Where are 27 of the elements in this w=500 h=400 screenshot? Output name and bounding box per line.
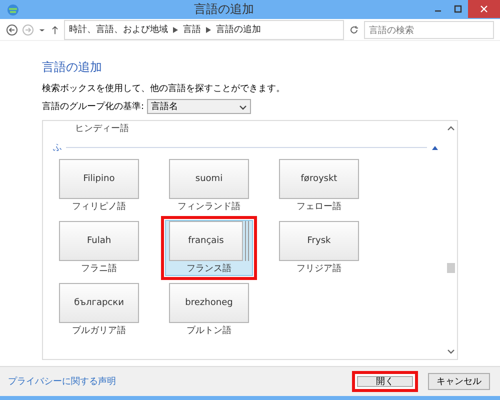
breadcrumb-item[interactable]: 時計、言語、および地域 [69, 23, 168, 36]
description-text: 検索ボックスを使用して、他の言語を探すことができます。 [42, 82, 286, 96]
dialog-button[interactable]: 開く [352, 371, 418, 392]
address-bar[interactable]: 時計、言語、および地域 言語 言語の追加 [64, 20, 344, 40]
grouping-dropdown[interactable]: 言語名 [147, 99, 252, 114]
grouping-label: 言語のグループ化の基準: [42, 100, 144, 114]
refresh-icon[interactable] [348, 24, 360, 36]
chevron-down-icon [239, 102, 248, 111]
collapse-icon[interactable] [431, 144, 439, 151]
section-header[interactable]: ふ [53, 141, 62, 154]
privacy-link[interactable]: プライバシーに関する声明 [8, 375, 344, 388]
close-button[interactable] [468, 0, 500, 18]
scrollbar-thumb[interactable] [447, 263, 455, 274]
window-title: 言語の追加 [193, 1, 255, 18]
scroll-down-icon[interactable] [447, 347, 455, 356]
chevron-icon [206, 26, 211, 33]
maximize-icon [454, 5, 462, 13]
up-arrow-icon[interactable] [50, 24, 60, 36]
close-icon [480, 5, 488, 13]
chevron-icon [173, 26, 178, 33]
back-icon[interactable] [6, 24, 18, 36]
page-heading: 言語の追加 [42, 59, 103, 76]
search-field[interactable]: 言語の検索 [364, 20, 494, 39]
language-caption: ヒンディー語 [74, 122, 130, 136]
dialog-button[interactable]: キャンセル [428, 373, 490, 390]
breadcrumb-item[interactable]: 言語の追加 [216, 23, 261, 36]
breadcrumb-item[interactable]: 言語 [183, 23, 201, 36]
